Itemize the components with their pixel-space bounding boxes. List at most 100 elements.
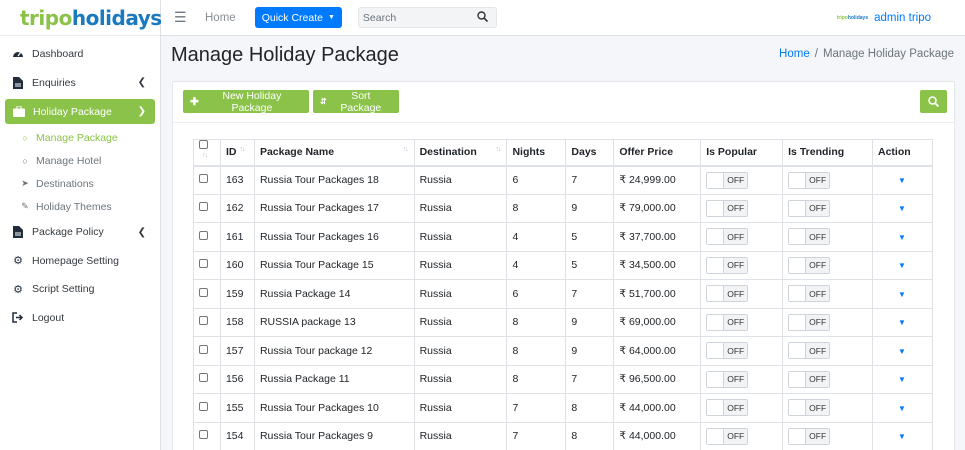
new-holiday-package-button[interactable]: ✚ New Holiday Package [183,90,309,114]
row-checkbox[interactable] [199,401,208,411]
user-name[interactable]: admin tripo [874,12,931,24]
sidebar-item-dashboard[interactable]: Dashboard [0,40,160,69]
popular-toggle[interactable]: OFF [706,427,749,445]
toggle-state: OFF [724,200,748,216]
cell-is-trending: OFF [782,279,873,309]
cell-package-name: Russia Tour Packages 17 [253,193,415,223]
cell-nights: 6 [506,279,567,309]
breadcrumb-home-link[interactable]: Home [779,48,810,60]
cell-destination: Russia [413,336,508,366]
select-all-header[interactable]: ↑↓ [193,139,221,167]
brand-part2: holidays [71,5,162,30]
sidebar-subitem-destinations[interactable]: ➤ Destinations [0,172,160,195]
popular-toggle[interactable]: OFF [706,171,749,189]
trending-toggle[interactable]: OFF [788,228,831,246]
sort-package-button[interactable]: ⇵ Sort Package [313,90,399,114]
column-header-id[interactable]: ID ↑↓ [219,139,255,167]
popular-toggle[interactable]: OFF [706,370,749,388]
quick-create-button[interactable]: Quick Create ▼ [254,7,342,28]
user-menu[interactable]: tripoholidays admin tripo [837,0,931,36]
sidebar-item-logout[interactable]: Logout [0,304,160,333]
column-header-action: Action [872,139,933,167]
toggle-state: OFF [724,172,748,188]
search-icon [928,96,939,107]
row-checkbox[interactable] [199,259,208,269]
popular-toggle[interactable]: OFF [706,228,749,246]
trending-toggle[interactable]: OFF [788,285,831,303]
brand-part1: tripo [20,5,72,30]
cell-nights: 8 [506,193,567,223]
cell-days: 8 [565,421,615,450]
toggle-knob [707,286,725,302]
top-home-link[interactable]: Home [205,12,236,24]
action-dropdown-icon[interactable]: ▼ [898,204,906,213]
search-icon[interactable] [477,10,488,25]
trending-toggle[interactable]: OFF [788,171,831,189]
row-checkbox[interactable] [199,174,208,183]
action-dropdown-icon[interactable]: ▼ [898,318,906,327]
popular-toggle[interactable]: OFF [706,399,749,417]
cell-offer-price: ₹ 34,500.00 [613,250,702,280]
row-checkbox[interactable] [199,287,208,297]
toggle-knob [707,371,725,387]
sidebar-item-enquiries[interactable]: Enquiries ❮ [0,69,160,98]
toggle-knob [789,257,807,273]
cell-action: ▼ [872,165,933,195]
toggle-knob [707,172,725,188]
action-dropdown-icon[interactable]: ▼ [898,290,906,299]
trending-toggle[interactable]: OFF [788,370,831,388]
cell-id: 161 [219,222,255,252]
row-checkbox[interactable] [199,344,208,354]
sidebar-subitem-manage-package[interactable]: ○ Manage Package [0,126,160,149]
suitcase-icon [13,106,25,118]
row-checkbox[interactable] [199,430,208,440]
trending-toggle[interactable]: OFF [788,256,831,274]
action-dropdown-icon[interactable]: ▼ [898,176,906,185]
sidebar-subitem-manage-hotel[interactable]: ○ Manage Hotel [0,149,160,172]
action-dropdown-icon[interactable]: ▼ [898,233,906,242]
row-checkbox[interactable] [199,230,208,240]
popular-toggle[interactable]: OFF [706,285,749,303]
cell-id: 160 [219,250,255,280]
sidebar-item-homepage-setting[interactable]: ⚙ Homepage Setting [0,247,160,276]
sidebar-subitem-holiday-themes[interactable]: ✎ Holiday Themes [0,195,160,218]
column-header-label: Is Popular [706,146,758,159]
cell-nights: 4 [506,250,567,280]
toggle-search-button[interactable] [920,90,947,113]
column-header-package-name[interactable]: Package Name ↑↓ [253,139,415,167]
hamburger-menu-icon[interactable]: ☰ [174,9,188,26]
action-dropdown-icon[interactable]: ▼ [898,404,906,413]
popular-toggle[interactable]: OFF [706,256,749,274]
popular-toggle[interactable]: OFF [706,313,749,331]
search-input[interactable] [358,11,469,24]
column-header-destination[interactable]: Destination ↑↓ [413,139,508,167]
trending-toggle[interactable]: OFF [788,313,831,331]
row-checkbox[interactable] [199,373,208,383]
popular-toggle[interactable]: OFF [706,199,749,217]
gear-icon: ⚙ [13,283,23,296]
trending-toggle[interactable]: OFF [788,399,831,417]
package-list-card: ✚ New Holiday Package ⇵ Sort Package ↑↓ … [172,81,955,450]
row-checkbox[interactable] [199,202,208,212]
cell-nights: 8 [506,307,567,337]
action-dropdown-icon[interactable]: ▼ [898,375,906,384]
action-dropdown-icon[interactable]: ▼ [898,347,906,356]
sidebar-item-script-setting[interactable]: ⚙ Script Setting [0,275,160,304]
popular-toggle[interactable]: OFF [706,342,749,360]
trending-toggle[interactable]: OFF [788,199,831,217]
table-row: 161 Russia Tour Packages 16 Russia 4 5 ₹ 37,7… [193,222,933,252]
brand-logo[interactable]: tripoholidays [0,0,162,36]
sidebar-item-package-policy[interactable]: Package Policy ❮ [0,218,160,247]
action-dropdown-icon[interactable]: ▼ [898,432,906,441]
breadcrumb: Home / Manage Holiday Package [779,48,954,60]
trending-toggle[interactable]: OFF [788,427,831,445]
select-all-checkbox[interactable] [199,140,208,150]
sidebar-item-holiday-package[interactable]: Holiday Package ❯ [5,99,155,124]
trending-toggle[interactable]: OFF [788,342,831,360]
toggle-knob [789,428,807,444]
top-navbar: ☰ Home Quick Create ▼ tripoholidays admi… [161,0,965,36]
row-checkbox[interactable] [199,316,208,326]
cell-is-trending: OFF [782,250,873,280]
toggle-state: OFF [806,229,830,245]
action-dropdown-icon[interactable]: ▼ [898,261,906,270]
